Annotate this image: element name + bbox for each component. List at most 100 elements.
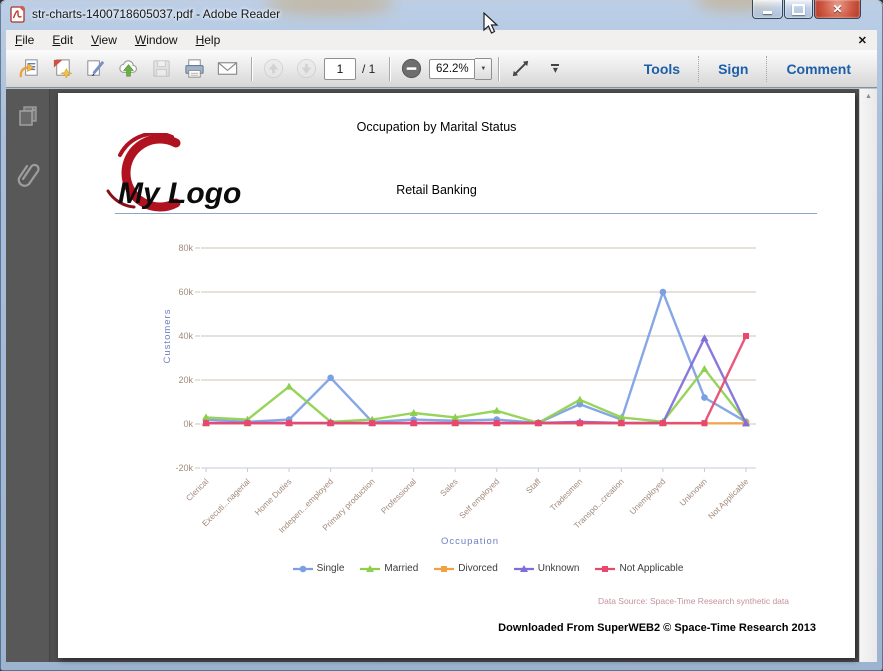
chart-series-single [202,288,750,427]
toolbar-separator [251,56,252,81]
svg-text:Professional: Professional [379,476,418,515]
menu-item-help[interactable]: Help [187,31,230,49]
cloud-upload-button[interactable] [113,55,143,83]
pdf-page: Occupation by Marital Status Retail Bank… [58,93,855,658]
fit-page-icon [512,60,529,77]
toolbar-separator [389,56,391,81]
svg-text:80k: 80k [178,243,193,253]
toolbar: / 1 62.2% ▼ ▾ Tools Sign Comm [6,50,877,88]
chart-series-married [202,365,750,426]
open-file-icon [19,59,38,78]
paperclip-icon [17,163,40,187]
page-count-label: / 1 [362,61,376,76]
scroll-up-icon[interactable]: ▲ [860,93,877,100]
page-thumbnails-icon [18,106,37,126]
legend-marker-icon [360,564,381,572]
legend-item-divorced: Divorced [434,563,498,574]
logo-text: My Logo [118,177,241,210]
menu-close-icon[interactable]: ✕ [858,34,867,47]
legend-label: Not Applicable [619,563,684,574]
close-button[interactable]: ✕ [814,0,861,19]
legend-marker-icon [595,565,616,572]
zoom-level-input[interactable]: 62.2% [429,58,476,79]
next-page-button[interactable] [291,55,321,83]
cloud-upload-icon [118,60,137,77]
svg-text:Not Applicable: Not Applicable [706,476,751,521]
zoom-out-button[interactable] [396,55,426,83]
zoom-out-icon [401,58,421,79]
legend-label: Single [316,563,345,574]
svg-text:Occupation: Occupation [441,536,499,547]
legend-item-single: Single [292,563,345,574]
svg-text:Unemployed: Unemployed [627,476,667,516]
legend-marker-icon [292,565,313,572]
email-icon [217,62,237,75]
comment-button[interactable]: Comment [768,57,869,81]
my-logo: My Logo [106,133,241,212]
tools-button[interactable]: Tools [626,57,698,81]
legend-item-not-applicable: Not Applicable [595,563,683,574]
svg-text:Customers: Customers [162,309,173,364]
legend-label: Divorced [458,563,498,574]
page-thumbnails-button[interactable] [13,101,43,131]
previous-page-button[interactable] [258,55,288,83]
overflow-icon: ▾ [552,65,558,76]
save-button[interactable] [146,55,176,83]
save-icon [152,60,170,77]
glass-reflection [265,0,395,16]
svg-text:Sales: Sales [438,476,460,498]
close-icon: ✕ [832,2,843,16]
attachments-button[interactable] [13,159,43,189]
svg-text:Self employed: Self employed [457,476,502,521]
legend-item-unknown: Unknown [513,563,579,574]
svg-text:Staff: Staff [524,476,544,496]
line-chart: 80k60k40k20k0k-20kClericalExecuti...nage… [162,243,756,547]
print-icon [184,59,204,78]
toolbar-separator [498,56,500,81]
menu-item-edit[interactable]: Edit [43,31,82,49]
sign-button[interactable]: Sign [700,57,766,81]
window-title: str-charts-1400718605037.pdf - Adobe Rea… [32,7,281,21]
menu-item-view[interactable]: View [82,31,126,49]
page-number-input[interactable] [324,57,356,80]
zoom-level-value: 62.2% [436,62,469,75]
data-source-note: Data Source: Space-Time Research synthet… [597,596,789,606]
legend-item-married: Married [360,563,418,574]
page-up-icon [263,58,283,79]
adobe-reader-window: str-charts-1400718605037.pdf - Adobe Rea… [0,0,883,671]
fit-page-button[interactable] [505,55,535,83]
pdf-file-icon [10,6,25,23]
legend-marker-icon [434,565,455,572]
download-footer: Downloaded From SuperWEB2 © Space-Time R… [498,622,816,634]
create-pdf-button[interactable] [47,55,77,83]
minimize-icon [763,10,772,14]
chart-legend: Single Married Divorced Unknown Not Applicab… [158,563,818,574]
menu-item-file[interactable]: File [6,31,43,49]
svg-text:Clerical: Clerical [184,476,211,503]
sign-document-button[interactable] [80,55,110,83]
restore-button[interactable] [784,0,813,19]
document-workspace: Occupation by Marital Status Retail Bank… [6,89,877,662]
chart-title: Occupation by Marital Status [356,120,517,134]
restore-icon [792,3,805,15]
email-button[interactable] [212,55,242,83]
svg-text:Tradesmen: Tradesmen [548,476,585,513]
toolbar-overflow-button[interactable]: ▾ [540,55,570,83]
zoom-dropdown-icon: ▼ [480,65,487,72]
print-button[interactable] [179,55,209,83]
svg-text:20k: 20k [178,375,193,385]
minimize-button[interactable] [752,0,783,19]
navigation-pane [6,89,50,662]
menu-item-window[interactable]: Window [126,31,187,49]
svg-text:0k: 0k [183,419,193,429]
header-divider [115,213,817,214]
vertical-scrollbar[interactable]: ▲ [859,89,877,662]
title-bar[interactable]: str-charts-1400718605037.pdf - Adobe Rea… [0,0,883,30]
svg-text:60k: 60k [178,287,193,297]
mouse-cursor [483,12,499,34]
open-file-button[interactable] [14,55,44,83]
legend-label: Married [384,563,419,574]
legend-marker-icon [513,564,534,572]
zoom-dropdown-button[interactable]: ▼ [475,57,493,80]
svg-text:Home Duties: Home Duties [253,476,294,517]
